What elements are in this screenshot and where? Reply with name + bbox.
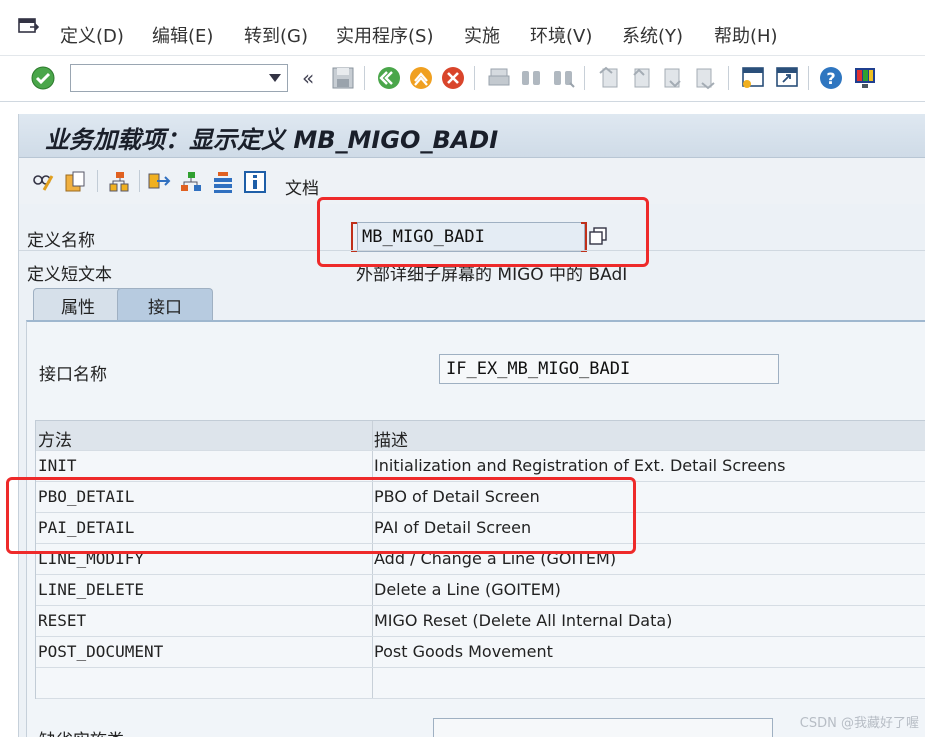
table-row[interactable]: RESET MIGO Reset (Delete All Internal Da… [36, 606, 925, 637]
method-name[interactable]: INIT [38, 456, 77, 475]
menu-definition[interactable]: 定义(D) [60, 22, 124, 48]
method-name[interactable]: POST_DOCUMENT [38, 642, 163, 661]
menu-environment[interactable]: 环境(V) [530, 22, 592, 48]
menu-goto[interactable]: 转到(G) [244, 22, 308, 48]
interface-name-field[interactable]: IF_EX_MB_MIGO_BADI [439, 354, 779, 384]
table-row[interactable]: POST_DOCUMENT Post Goods Movement [36, 637, 925, 668]
menu-bar: 定义(D) 编辑(E) 转到(G) 实用程序(S) 实施 环境(V) 系统(Y)… [0, 0, 925, 56]
export-icon[interactable] [147, 170, 171, 194]
definition-name-field[interactable]: MB_MIGO_BADI [357, 222, 585, 252]
column-header-description[interactable]: 描述 [374, 426, 408, 451]
table-row[interactable] [36, 668, 925, 699]
paste-icon[interactable] [63, 170, 87, 194]
table-row[interactable]: PAI_DETAIL PAI of Detail Screen [36, 513, 925, 544]
table-row[interactable]: LINE_DELETE Delete a Line (GOITEM) [36, 575, 925, 606]
create-session-icon[interactable] [740, 65, 766, 91]
short-text-value: 外部详细子屏幕的 MIGO 中的 BAdI [356, 265, 628, 285]
standard-toolbar: « ? [0, 56, 925, 102]
first-page-icon[interactable] [596, 65, 622, 91]
structure-icon[interactable] [179, 170, 203, 194]
help-icon[interactable]: ? [818, 65, 844, 91]
command-field[interactable] [70, 64, 288, 92]
table-row[interactable]: INIT Initialization and Registration of … [36, 451, 925, 482]
default-impl-class-field[interactable] [433, 718, 773, 737]
back-icon[interactable] [376, 65, 402, 91]
method-table: 方法 描述 INIT Initialization and Registrati… [35, 420, 925, 699]
menu-implementation[interactable]: 实施 [464, 22, 500, 48]
menu-utilities[interactable]: 实用程序(S) [336, 22, 433, 48]
tab-attributes[interactable]: 属性 [33, 288, 123, 320]
prev-page-icon[interactable] [628, 65, 654, 91]
definition-name-label: 定义名称 [27, 231, 95, 251]
print-icon[interactable] [486, 65, 512, 91]
find-next-icon[interactable] [550, 65, 576, 91]
main-panel: 业务加载项：显示定义 MB_MIGO_BADI 文档 定义名称 MB_MIGO_… [18, 114, 925, 737]
next-page-icon[interactable] [660, 65, 686, 91]
menu-system[interactable]: 系统(Y) [622, 22, 683, 48]
method-name[interactable]: LINE_DELETE [38, 580, 144, 599]
selection-bracket-left [351, 222, 357, 252]
method-description: MIGO Reset (Delete All Internal Data) [374, 611, 673, 630]
display-change-icon[interactable] [31, 170, 55, 194]
page-title: 业务加载项：显示定义 MB_MIGO_BADI [45, 126, 499, 154]
method-description: Delete a Line (GOITEM) [374, 580, 561, 599]
method-description: PAI of Detail Screen [374, 518, 532, 537]
svg-text:?: ? [826, 69, 835, 88]
method-description: Add / Change a Line (GOITEM) [374, 549, 617, 568]
documentation-button[interactable]: 文档 [285, 174, 319, 199]
method-name[interactable]: PAI_DETAIL [38, 518, 134, 537]
short-text-label: 定义短文本 [27, 265, 112, 285]
enter-check-icon[interactable] [30, 65, 56, 91]
default-impl-class-label: 缺省实施类 [39, 726, 124, 737]
table-row[interactable]: PBO_DETAIL PBO of Detail Screen [36, 482, 925, 513]
method-description: PBO of Detail Screen [374, 487, 540, 506]
method-name[interactable]: RESET [38, 611, 86, 630]
title-band: 业务加载项：显示定义 MB_MIGO_BADI [19, 114, 925, 158]
method-description: Post Goods Movement [374, 642, 553, 661]
method-name[interactable]: PBO_DETAIL [38, 487, 134, 506]
method-name[interactable]: LINE_MODIFY [38, 549, 144, 568]
hierarchy-icon[interactable] [107, 170, 131, 194]
copy-icon[interactable] [587, 225, 609, 247]
layers-icon[interactable] [211, 170, 235, 194]
menu-help[interactable]: 帮助(H) [714, 22, 778, 48]
column-header-method[interactable]: 方法 [38, 426, 72, 451]
last-page-icon[interactable] [692, 65, 718, 91]
method-description: Initialization and Registration of Ext. … [374, 456, 786, 475]
save-icon[interactable] [330, 65, 356, 91]
customize-layout-icon[interactable] [852, 65, 878, 91]
find-icon[interactable] [518, 65, 544, 91]
application-toolbar: 文档 [19, 158, 925, 204]
cancel-icon[interactable] [440, 65, 466, 91]
shortcut-icon[interactable] [774, 65, 800, 91]
interface-tab-panel: 接口名称 IF_EX_MB_MIGO_BADI 方法 描述 INIT Initi… [26, 320, 925, 737]
table-row[interactable]: LINE_MODIFY Add / Change a Line (GOITEM) [36, 544, 925, 575]
tab-interface[interactable]: 接口 [117, 288, 213, 320]
table-header-row: 方法 描述 [36, 420, 925, 451]
chevron-down-icon[interactable] [269, 74, 281, 82]
exit-icon[interactable] [408, 65, 434, 91]
menu-exit-icon[interactable] [18, 18, 40, 36]
watermark: CSDN @我藏好了喔 [799, 716, 919, 731]
menu-edit[interactable]: 编辑(E) [152, 22, 213, 48]
interface-name-label: 接口名称 [39, 365, 107, 385]
info-icon[interactable] [243, 170, 267, 194]
collapse-command-icon[interactable]: « [302, 66, 314, 90]
